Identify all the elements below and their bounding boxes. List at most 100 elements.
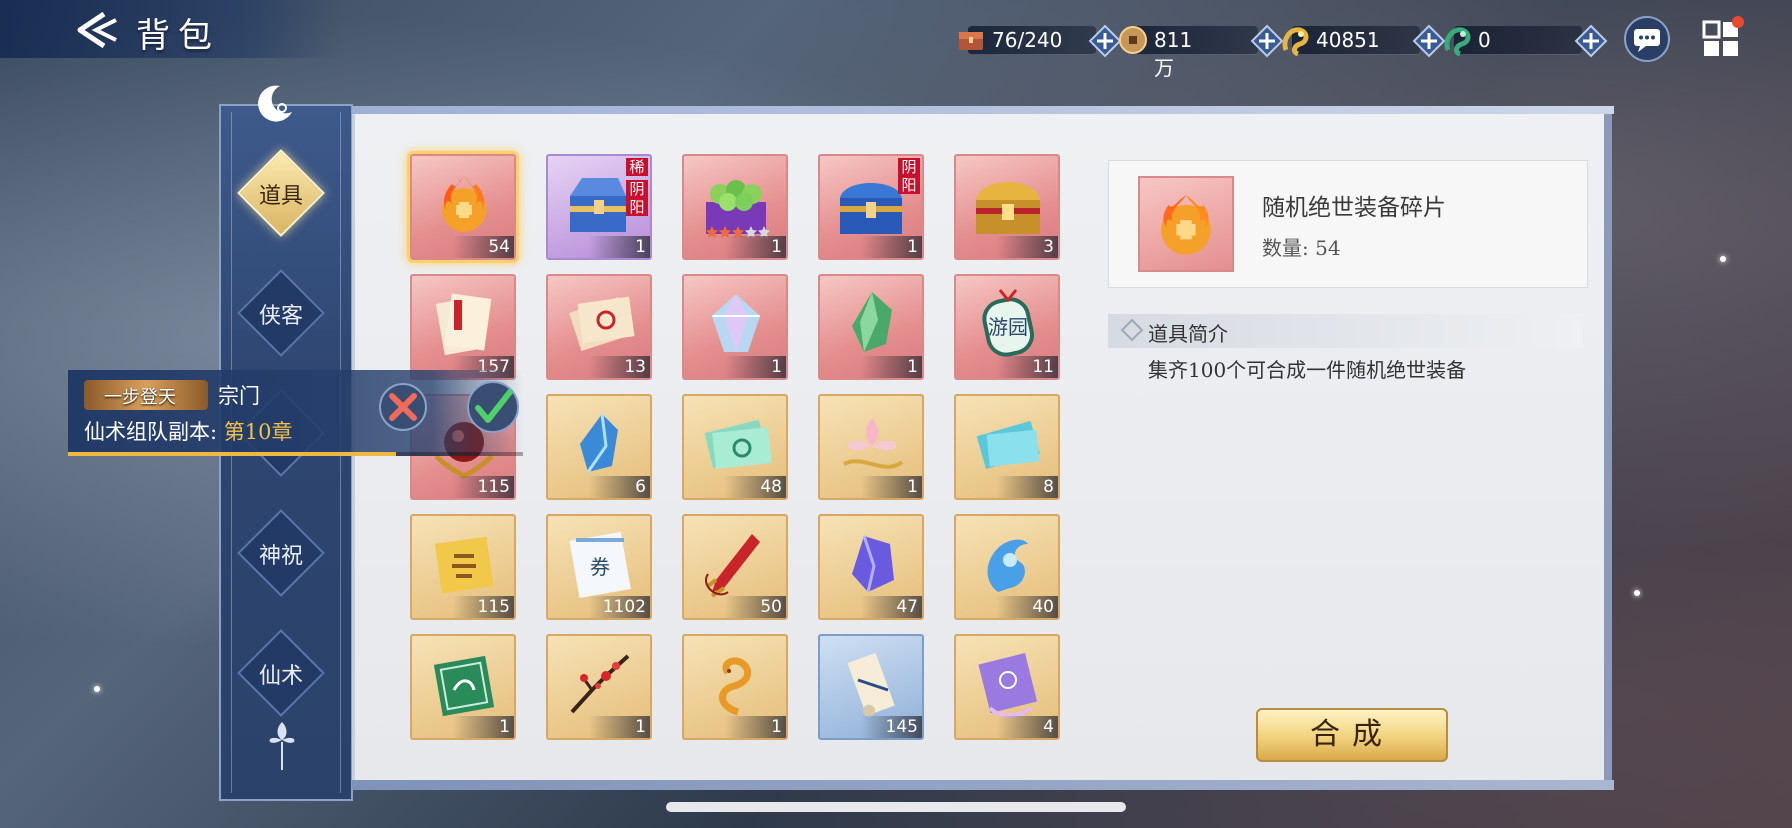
notification-message: 仙术组队副本: 第10章 (84, 416, 292, 446)
inventory-slot[interactable]: 157 (410, 274, 516, 380)
intro-title: 道具简介 (1148, 322, 1228, 346)
gold-dragon-icon (1282, 27, 1309, 56)
inventory-slot[interactable]: 47 (818, 514, 924, 620)
item-count: 1 (724, 716, 786, 738)
inventory-slot[interactable]: 54 (410, 154, 516, 260)
inventory-slot[interactable]: 4 (954, 634, 1060, 740)
panel-border (352, 106, 1614, 114)
inventory-slot[interactable]: 阴阳 1 (818, 154, 924, 260)
reject-button[interactable] (378, 382, 428, 432)
inventory-slot[interactable]: 1 (682, 274, 788, 380)
item-count: 13 (588, 356, 650, 378)
inventory-slot[interactable]: 8 (954, 394, 1060, 500)
inventory-slot[interactable]: 1 (410, 634, 516, 740)
inventory-slot[interactable]: 1 (682, 634, 788, 740)
item-tag: 稀 (626, 158, 648, 176)
resource-value: 40851 (1316, 28, 1380, 52)
item-inner-text: 券 (590, 555, 610, 579)
inventory-slot[interactable]: 1 (818, 274, 924, 380)
item-tag: 阴阳 (898, 158, 920, 194)
blue-crystal-icon (580, 413, 618, 473)
item-count: 11 (996, 356, 1058, 378)
accept-button[interactable] (466, 380, 520, 434)
panel-border (352, 780, 1614, 790)
inventory-slot[interactable]: 券 1102 (546, 514, 652, 620)
fire-orb-icon (442, 176, 486, 232)
intro-description: 集齐100个可合成一件随机绝世装备 (1148, 358, 1467, 382)
item-count: 1 (724, 356, 786, 378)
nav-tab-3[interactable]: 神祝 (236, 508, 326, 598)
nav-tab-label: 道具 (258, 184, 303, 209)
nav-tab-1[interactable]: 侠客 (236, 268, 326, 358)
purple-crystal-icon (852, 535, 894, 593)
crystal-icon (712, 294, 760, 352)
item-count: 1 (860, 356, 922, 378)
red-sword-icon (705, 534, 760, 598)
detail-item-icon (1138, 176, 1234, 272)
item-count: 145 (860, 716, 922, 738)
nav-tab-4[interactable]: 仙术 (236, 628, 326, 718)
sparkle (1720, 256, 1726, 262)
coupon-icon: 券 (569, 531, 631, 599)
moon-icon (258, 85, 292, 122)
item-count: 47 (860, 596, 922, 618)
item-count: 6 (588, 476, 650, 498)
notification-progress (68, 452, 523, 456)
notification-sect: 宗门 (218, 384, 260, 408)
scroll-icon (847, 652, 895, 717)
item-count: 54 (452, 236, 514, 258)
sparkle (1634, 590, 1640, 596)
voucher-icon (569, 296, 635, 352)
inventory-slot[interactable]: 游园 11 (954, 274, 1060, 380)
item-inner-text: 游园 (988, 315, 1028, 339)
green-gem-box-icon (706, 180, 770, 238)
gold-chest-icon (976, 182, 1040, 234)
inventory-slot[interactable]: 50 (682, 514, 788, 620)
combine-button[interactable]: 合成 (1256, 708, 1448, 762)
inventory-slot[interactable]: 稀阴阳 1 (546, 154, 652, 260)
title-badge-text: 一步登天 (104, 387, 176, 408)
gold-snake-icon (719, 657, 752, 716)
item-count: 3 (996, 236, 1058, 258)
cyan-ticket-icon (976, 420, 1040, 470)
chest-icon (959, 32, 983, 50)
notification-progress-fill (68, 452, 396, 456)
item-count: 1 (860, 236, 922, 258)
inventory-slot[interactable]: 48 (682, 394, 788, 500)
resource-value: 0 (1478, 28, 1491, 52)
nav-tab-0[interactable]: 道具 (236, 148, 326, 238)
purple-talisman-icon (978, 652, 1038, 718)
chat-icon[interactable] (1624, 16, 1670, 62)
resource-value: 811万 (1154, 28, 1193, 80)
jade-dragon-icon (1444, 27, 1471, 56)
menu-grid-icon[interactable] (1700, 16, 1744, 60)
scroll-bundle-icon (435, 293, 492, 356)
inventory-slot[interactable]: 1 (682, 154, 788, 260)
inventory-slot[interactable]: 115 (410, 514, 516, 620)
notification-prefix: 仙术组队副本: (84, 420, 224, 444)
item-count: 1 (588, 236, 650, 258)
inventory-slot[interactable]: 145 (818, 634, 924, 740)
back-arrow-icon[interactable] (74, 10, 120, 50)
item-count: 1 (452, 716, 514, 738)
item-count: 8 (996, 476, 1058, 498)
plus-icon[interactable] (1574, 24, 1608, 58)
item-count: 115 (452, 596, 514, 618)
inventory-slot[interactable]: 1 (818, 394, 924, 500)
item-count: 50 (724, 596, 786, 618)
item-count: 1 (724, 236, 786, 258)
inventory-slot[interactable]: 6 (546, 394, 652, 500)
inventory-slot[interactable]: 13 (546, 274, 652, 380)
coin-icon (1119, 26, 1147, 54)
inventory-slot[interactable]: 1 (546, 634, 652, 740)
inventory-slot[interactable]: 3 (954, 154, 1060, 260)
item-count: 1 (860, 476, 922, 498)
nav-tab-label: 仙术 (258, 664, 303, 689)
nav-tab-label: 神祝 (258, 544, 303, 569)
item-count: 115 (452, 476, 514, 498)
item-count: 40 (996, 596, 1058, 618)
green-jade-icon (852, 292, 892, 352)
lotus-ornament-icon (269, 722, 295, 770)
inventory-slot[interactable]: 40 (954, 514, 1060, 620)
resource-value: 76/240 (992, 28, 1063, 52)
